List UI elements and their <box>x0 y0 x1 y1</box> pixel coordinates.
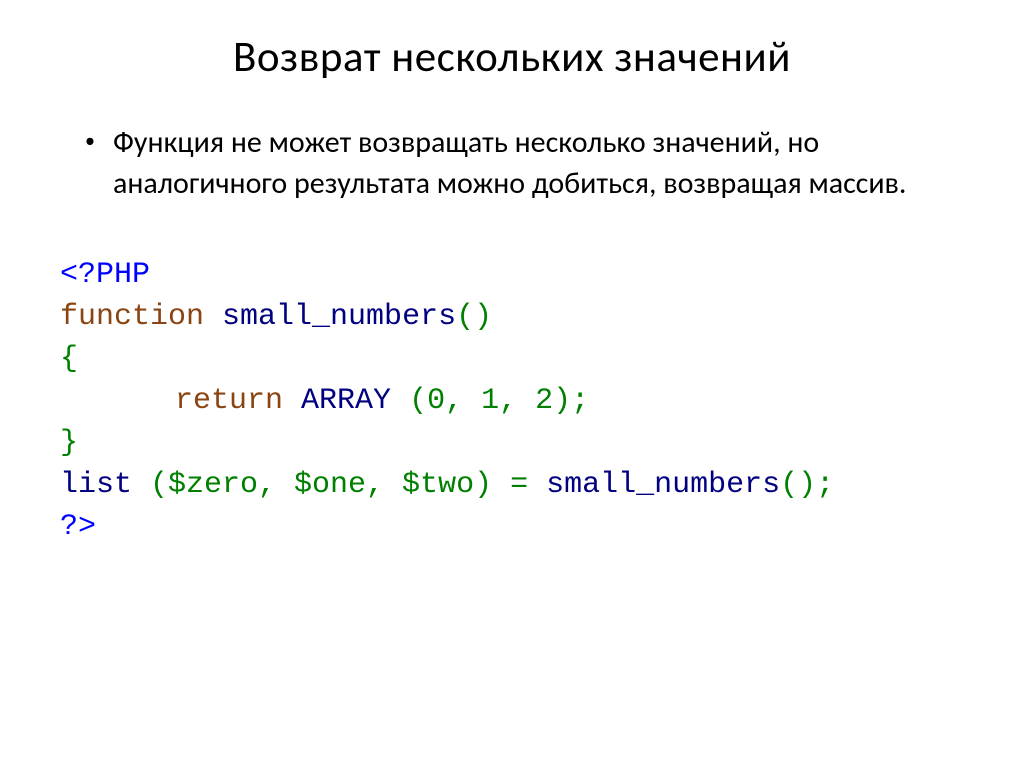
bullet-dot-icon: • <box>85 129 95 153</box>
php-open-tag: <?PHP <box>60 258 150 292</box>
list-args: ($zero, $one, $two) = <box>150 468 546 502</box>
kw-array: ARRAY <box>283 384 409 418</box>
code-line-5: } <box>60 422 969 464</box>
code-line-3: { <box>60 338 969 380</box>
code-line-7: ?> <box>60 506 969 548</box>
code-line-4: return ARRAY (0, 1, 2); <box>60 380 969 422</box>
array-args: (0, 1, 2); <box>409 384 589 418</box>
kw-return: return <box>175 384 283 418</box>
bullet-text: Функция не может возвращать несколько зн… <box>113 123 969 204</box>
brace-close: } <box>60 426 78 460</box>
bullet-section: • Функция не может возвращать несколько … <box>85 123 969 204</box>
bullet-item: • Функция не может возвращать несколько … <box>85 123 969 204</box>
code-line-2: function small_numbers() <box>60 296 969 338</box>
php-close-tag: ?> <box>60 510 96 544</box>
call-end: (); <box>780 468 834 502</box>
code-block: <?PHP function small_numbers() { return … <box>60 254 969 548</box>
call-name: small_numbers <box>546 468 780 502</box>
brace-open: { <box>60 342 78 376</box>
func-name: small_numbers <box>204 300 456 334</box>
code-line-1: <?PHP <box>60 254 969 296</box>
kw-function: function <box>60 300 204 334</box>
slide-title: Возврат нескольких значений <box>55 30 969 83</box>
code-line-6: list ($zero, $one, $two) = small_numbers… <box>60 464 969 506</box>
code-parens: () <box>456 300 492 334</box>
kw-list: list <box>60 468 150 502</box>
